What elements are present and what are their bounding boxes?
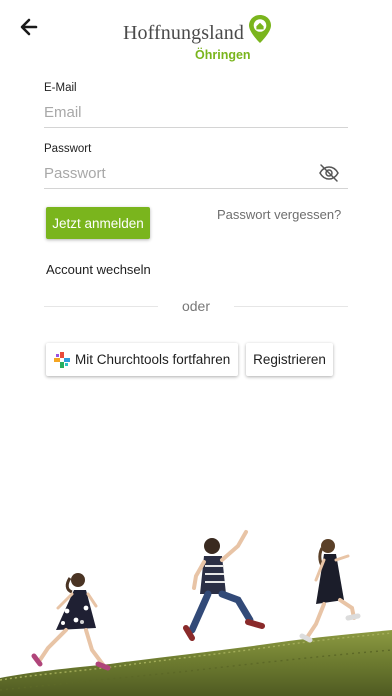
logo-location: Öhringen — [195, 48, 251, 62]
child-right — [299, 539, 361, 643]
divider-text: oder — [181, 298, 211, 314]
child-middle — [183, 530, 265, 641]
register-button[interactable]: Registrieren — [246, 343, 333, 376]
email-input[interactable] — [44, 97, 348, 128]
password-label: Passwort — [44, 143, 92, 155]
child-left — [31, 573, 111, 671]
churchtools-logo-icon — [54, 352, 70, 368]
logo-name: Hoffnungsland — [123, 22, 244, 44]
arrow-left-icon — [20, 18, 38, 36]
toggle-password-visibility[interactable] — [318, 163, 340, 183]
location-pin-house-icon — [249, 15, 271, 43]
children-running-illustration — [0, 530, 392, 696]
forgot-password-link[interactable]: Passwort vergessen? — [217, 207, 341, 222]
divider-left — [44, 306, 158, 307]
app-logo: Hoffnungsland Öhringen — [118, 12, 278, 64]
divider-right — [234, 306, 348, 307]
login-button[interactable]: Jetzt anmelden — [46, 207, 150, 239]
eye-off-icon — [319, 164, 339, 182]
churchtools-button-label: Mit Churchtools fortfahren — [75, 352, 231, 367]
switch-account-link[interactable]: Account wechseln — [46, 262, 151, 277]
churchtools-login-button[interactable]: Mit Churchtools fortfahren — [46, 343, 238, 376]
back-button[interactable] — [14, 12, 46, 42]
password-input[interactable] — [44, 158, 348, 189]
email-label: E-Mail — [44, 82, 77, 94]
